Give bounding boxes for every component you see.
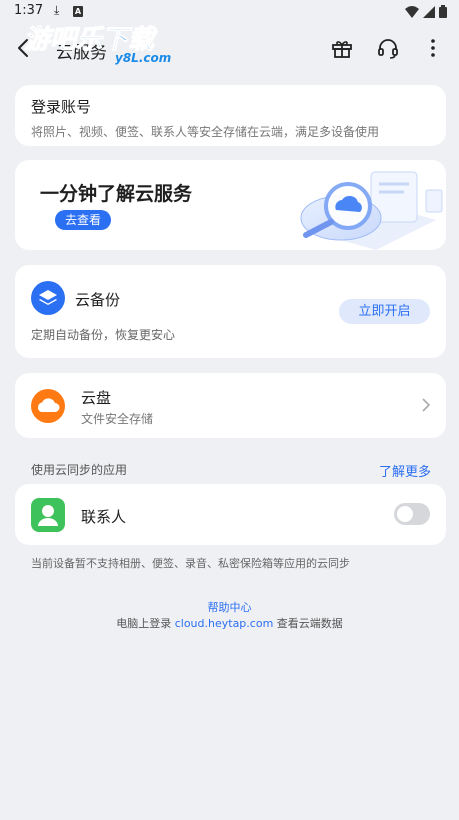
cloud-illustration [300, 171, 443, 250]
login-description: 将照片、视频、便签、联系人等安全存储在云端，满足多设备使用 [31, 125, 380, 139]
promo-view-button[interactable]: 去查看 [55, 210, 112, 230]
learn-more-link[interactable]: 了解更多 [379, 461, 431, 480]
more-icon[interactable] [421, 36, 445, 60]
disk-description: 文件安全存储 [81, 412, 154, 426]
sync-unsupported-note: 当前设备暂不支持相册、便签、录音、私密保险箱等应用的云同步 [31, 557, 350, 570]
status-time: 1:37 [14, 3, 44, 18]
cloud-url-link[interactable]: cloud.heytap.com [175, 617, 274, 630]
disk-title: 云盘 [81, 389, 112, 407]
contacts-sync-row[interactable]: 联系人 [15, 484, 446, 545]
wifi-icon [405, 5, 419, 18]
login-card[interactable]: 登录账号 将照片、视频、便签、联系人等安全存储在云端，满足多设备使用 [15, 85, 446, 146]
backup-layers-icon [31, 281, 65, 315]
watermark-subtext: y8L.com [115, 51, 171, 65]
status-icons [405, 5, 447, 18]
toggle-knob [397, 506, 413, 522]
help-center-link[interactable]: 帮助中心 [0, 599, 459, 615]
enable-backup-button[interactable]: 立即开启 [339, 299, 430, 324]
headset-icon[interactable] [376, 36, 400, 60]
footer-prefix: 电脑上登录 [116, 617, 172, 630]
gift-icon[interactable] [330, 36, 354, 60]
contacts-sync-toggle[interactable] [394, 503, 430, 525]
cloud-disk-icon [31, 389, 65, 423]
contacts-icon [31, 498, 65, 532]
a-badge-icon: A [73, 6, 83, 17]
contacts-label: 联系人 [81, 508, 127, 526]
backup-title: 云备份 [75, 291, 121, 309]
cloud-disk-card[interactable]: 云盘 文件安全存储 [15, 373, 446, 438]
chevron-right-icon [422, 398, 431, 412]
promo-title: 一分钟了解云服务 [40, 183, 193, 205]
watermark-logo: 游吧乐下载 y8L.com [24, 25, 172, 66]
cloud-backup-card[interactable]: 云备份 定期自动备份，恢复更安心 立即开启 [15, 265, 446, 358]
signal-icon [423, 5, 435, 18]
app-header: 云服务 游吧乐下载 y8L.com [0, 25, 459, 72]
promo-banner[interactable]: 一分钟了解云服务 去查看 [15, 160, 446, 250]
backup-description: 定期自动备份，恢复更安心 [31, 328, 176, 342]
battery-icon [439, 5, 447, 18]
sync-section-label: 使用云同步的应用 [31, 463, 128, 477]
login-title: 登录账号 [31, 98, 92, 116]
footer-hint: 电脑上登录 cloud.heytap.com 查看云端数据 [0, 615, 459, 631]
footer-suffix: 查看云端数据 [276, 617, 343, 630]
download-icon: ⤓ [54, 3, 60, 17]
